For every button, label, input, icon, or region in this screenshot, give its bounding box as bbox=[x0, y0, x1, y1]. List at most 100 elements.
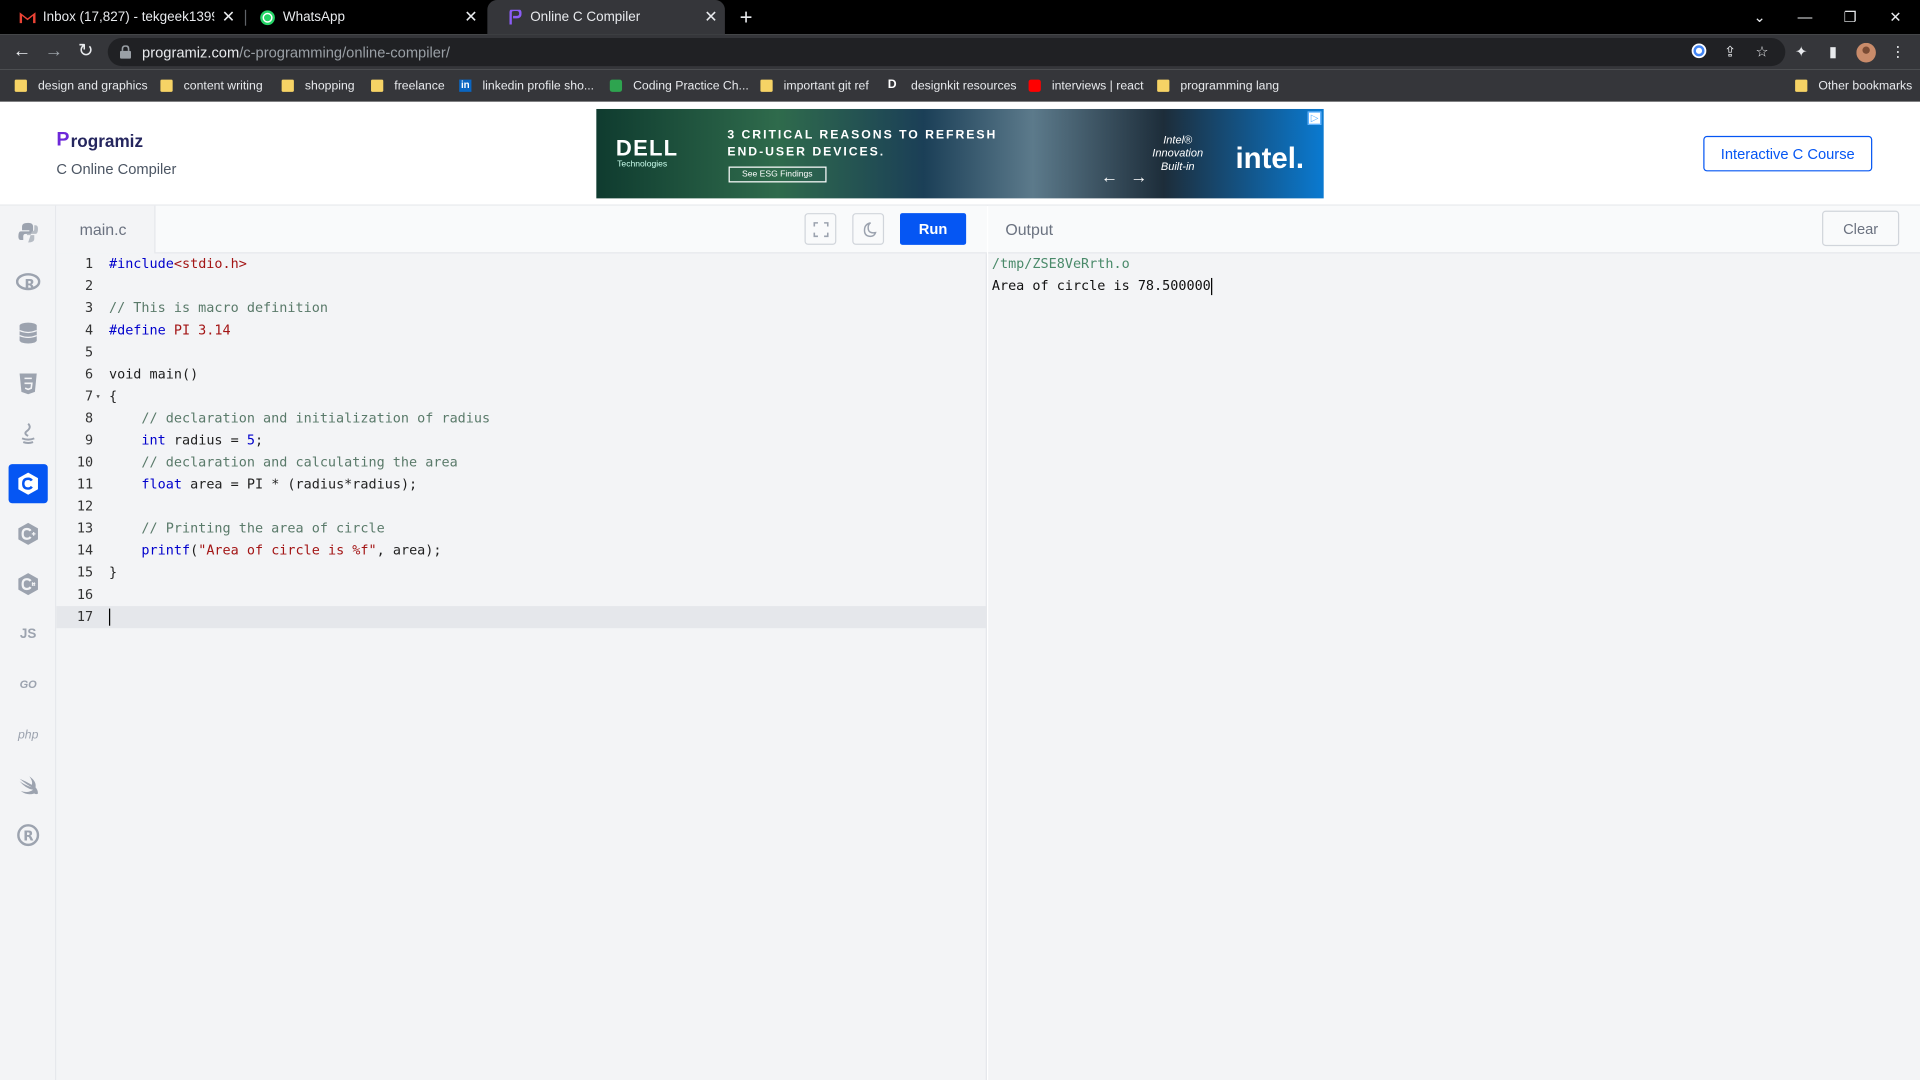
bookmark-item[interactable]: content writing bbox=[160, 76, 263, 96]
bookmark-item[interactable]: programming lang bbox=[1157, 76, 1279, 96]
folder-icon bbox=[160, 79, 173, 92]
folder-icon bbox=[1795, 79, 1808, 92]
file-tab-main-c[interactable]: main.c bbox=[56, 205, 156, 254]
menu-icon[interactable]: ⋮ bbox=[1889, 43, 1906, 60]
fullscreen-icon[interactable] bbox=[804, 213, 837, 245]
close-tab-icon[interactable]: ✕ bbox=[464, 9, 477, 25]
close-window-button[interactable]: ✕ bbox=[1872, 0, 1919, 34]
ad-brand-sub: Technologies bbox=[617, 160, 668, 169]
svg-text:R: R bbox=[24, 278, 35, 293]
run-button[interactable]: Run bbox=[900, 213, 967, 245]
google-icon[interactable] bbox=[1690, 43, 1707, 60]
side-panel-icon[interactable]: ▮ bbox=[1825, 43, 1842, 60]
coding-practice-icon bbox=[609, 79, 623, 92]
bookmark-item[interactable]: Coding Practice Ch... bbox=[609, 76, 749, 96]
interactive-course-button[interactable]: Interactive C Course bbox=[1703, 135, 1873, 172]
javascript-icon[interactable]: JS bbox=[9, 615, 48, 654]
ad-next-icon[interactable]: → bbox=[1130, 167, 1147, 187]
bookmark-item[interactable]: Ddesignkit resources bbox=[888, 76, 1017, 96]
code-line: 13 // Printing the area of circle bbox=[76, 520, 385, 537]
bookmark-item[interactable]: important git ref bbox=[760, 76, 869, 96]
code-line: 3// This is macro definition bbox=[84, 300, 328, 316]
address-bar[interactable]: programiz.com/c-programming/online-compi… bbox=[107, 37, 1786, 67]
fold-arrow-icon[interactable]: ▾ bbox=[96, 386, 101, 408]
close-tab-icon[interactable]: ✕ bbox=[222, 9, 235, 25]
programiz-logo-icon: P bbox=[56, 129, 70, 151]
tab-gmail[interactable]: Inbox (17,827) - tekgeek1399@gm ✕ bbox=[0, 0, 242, 34]
whatsapp-icon bbox=[260, 9, 276, 25]
browser-tab-bar: Inbox (17,827) - tekgeek1399@gm ✕ WhatsA… bbox=[0, 0, 1920, 35]
minimize-button[interactable]: — bbox=[1782, 0, 1829, 34]
output-cursor bbox=[1210, 277, 1213, 296]
code-line: 12 bbox=[76, 498, 94, 515]
c-icon[interactable] bbox=[8, 464, 48, 504]
gmail-icon bbox=[19, 9, 36, 25]
bookmark-item[interactable]: freelance bbox=[371, 76, 445, 96]
tab-title: Online C Compiler bbox=[530, 9, 641, 25]
share-icon[interactable]: ⇪ bbox=[1722, 43, 1739, 60]
lock-icon bbox=[120, 45, 132, 59]
cpp-icon[interactable] bbox=[9, 514, 48, 553]
code-line: 8 // declaration and initialization of r… bbox=[84, 410, 491, 427]
browser-toolbar: ← → ↻ programiz.com/c-programming/online… bbox=[0, 34, 1920, 70]
tab-online-c-compiler[interactable]: Online C Compiler ✕ bbox=[487, 0, 725, 35]
code-line: 5 bbox=[84, 344, 94, 361]
adchoices-icon[interactable]: ▷ bbox=[1307, 111, 1322, 125]
output-console[interactable]: /tmp/ZSE8VeRrth.o Area of circle is 78.5… bbox=[988, 253, 1920, 1080]
bookmark-item[interactable]: shopping bbox=[281, 76, 355, 96]
svg-text:R: R bbox=[23, 830, 34, 845]
output-toolbar: Output Clear bbox=[988, 205, 1920, 254]
php-icon[interactable]: php bbox=[9, 715, 48, 754]
dark-mode-icon[interactable] bbox=[852, 213, 885, 245]
ad-cta-button[interactable]: See ESG Findings bbox=[728, 166, 827, 183]
close-tab-icon[interactable]: ✕ bbox=[704, 9, 717, 25]
folder-icon bbox=[371, 79, 384, 92]
new-tab-button[interactable]: + bbox=[740, 5, 753, 31]
folder-icon bbox=[281, 79, 294, 92]
html-icon[interactable] bbox=[9, 364, 48, 403]
folder-icon bbox=[760, 79, 773, 92]
linkedin-icon: in bbox=[459, 79, 472, 92]
code-line: 7 ▾{ bbox=[56, 386, 987, 408]
other-bookmarks[interactable]: Other bookmarks bbox=[1795, 76, 1912, 96]
code-line: 1 #include<stdio.h> bbox=[84, 255, 247, 272]
go-icon[interactable]: GO bbox=[9, 665, 48, 704]
programiz-icon bbox=[507, 9, 523, 25]
code-line: 14 printf("Area of circle is %f", area); bbox=[76, 542, 442, 559]
java-icon[interactable] bbox=[9, 414, 48, 453]
bookmark-star-icon[interactable]: ☆ bbox=[1753, 43, 1770, 60]
back-icon[interactable]: ← bbox=[12, 41, 32, 62]
ad-prev-icon[interactable]: ← bbox=[1101, 167, 1118, 187]
intel-logo: intel. bbox=[1235, 142, 1305, 176]
advertisement-banner[interactable]: DELL Technologies 3 CRITICAL REASONS TO … bbox=[596, 108, 1324, 199]
tab-title: WhatsApp bbox=[282, 9, 346, 25]
forward-icon[interactable]: → bbox=[44, 41, 64, 62]
youtube-icon bbox=[1028, 79, 1041, 92]
code-editor[interactable]: 1 #include<stdio.h> 2 3// This is macro d… bbox=[56, 253, 987, 1080]
designkit-icon: D bbox=[887, 78, 897, 92]
avatar[interactable] bbox=[1856, 42, 1876, 63]
code-line: 11 float area = PI * (radius*radius); bbox=[76, 476, 418, 493]
extensions-icon[interactable]: ✦ bbox=[1793, 43, 1810, 60]
csharp-icon[interactable] bbox=[9, 564, 48, 603]
python-icon[interactable] bbox=[9, 213, 48, 252]
rust-icon[interactable]: R bbox=[9, 816, 48, 855]
bookmark-item[interactable]: interviews | react bbox=[1028, 76, 1143, 96]
tab-search-icon[interactable]: ⌄ bbox=[1736, 0, 1783, 34]
swift-icon[interactable] bbox=[9, 765, 48, 804]
code-line: 10 // declaration and calculating the ar… bbox=[76, 454, 458, 471]
reload-icon[interactable]: ↻ bbox=[76, 41, 96, 62]
code-line-current: 17 bbox=[56, 606, 987, 629]
r-icon[interactable]: R bbox=[9, 263, 48, 302]
programiz-logo[interactable]: Programiz bbox=[56, 130, 143, 152]
bookmark-item[interactable]: design and graphics bbox=[14, 76, 148, 96]
ad-headline: 3 CRITICAL REASONS TO REFRESH END-USER D… bbox=[727, 128, 998, 160]
bookmarks-bar: design and graphics content writing shop… bbox=[0, 69, 1920, 102]
page-subtitle: C Online Compiler bbox=[56, 160, 177, 178]
bookmark-item[interactable]: in linkedin profile sho... bbox=[459, 76, 594, 96]
tab-whatsapp[interactable]: WhatsApp ✕ bbox=[240, 0, 485, 34]
editor-toolbar: main.c bbox=[56, 205, 987, 254]
clear-button[interactable]: Clear bbox=[1822, 210, 1900, 247]
sql-icon[interactable] bbox=[9, 313, 48, 352]
restore-button[interactable]: ❐ bbox=[1827, 0, 1874, 34]
